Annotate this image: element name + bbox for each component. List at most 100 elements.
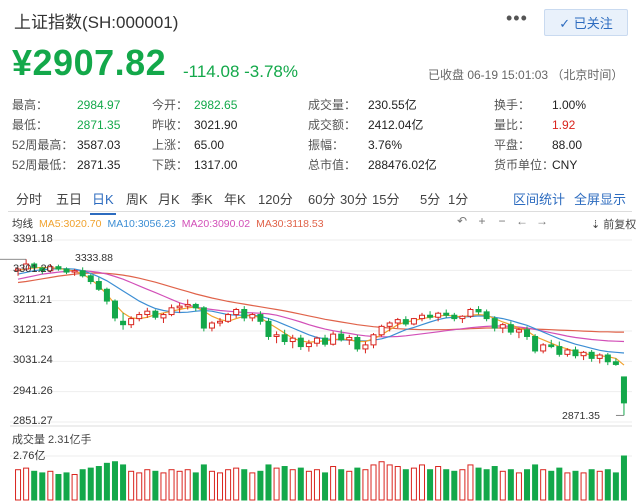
- volume-bar: [620, 455, 627, 501]
- stat-label: 上涨：: [152, 138, 189, 152]
- tab-period[interactable]: 分时: [16, 189, 42, 208]
- stat-label: 52周最低：: [12, 158, 74, 172]
- y-tick-label: 3391.18: [13, 233, 53, 245]
- zoom-in-icon[interactable]: +: [472, 214, 492, 228]
- stat-value: 2984.97: [77, 98, 121, 112]
- market-status: 已收盘 06-19 15:01:03 （北京时间）: [428, 68, 624, 82]
- candle-body: [540, 344, 547, 352]
- stat-value: 3587.03: [77, 138, 121, 152]
- candle-body: [79, 270, 86, 277]
- volume-bar: [572, 470, 579, 501]
- volume-bar: [475, 467, 482, 501]
- candle-body: [548, 344, 555, 348]
- volume-bar: [23, 467, 30, 501]
- tab-period[interactable]: 月K: [158, 189, 180, 208]
- volume-bar: [289, 469, 296, 501]
- candle-body: [71, 270, 78, 273]
- candle-body: [580, 351, 587, 357]
- volume-bar: [47, 470, 54, 501]
- tab-period[interactable]: 1分: [448, 189, 468, 208]
- volume-bar: [386, 464, 393, 501]
- range-stats-link[interactable]: 区间统计: [513, 189, 565, 208]
- volume-bar: [499, 470, 506, 501]
- tab-period[interactable]: 15分: [372, 189, 399, 208]
- candle-body: [257, 314, 264, 322]
- volume-bar: [313, 469, 320, 501]
- zoom-out-icon[interactable]: −: [492, 214, 512, 228]
- volume-bar: [111, 461, 118, 501]
- candle-body: [152, 310, 159, 318]
- tab-period[interactable]: 周K: [126, 189, 148, 208]
- stat-item: 平盘： 88.00: [494, 136, 582, 153]
- stat-item: 换手： 1.00%: [494, 96, 586, 113]
- candle-body: [572, 349, 579, 357]
- candlestick-chart[interactable]: [0, 228, 640, 502]
- stat-value: 2412.04亿: [368, 118, 424, 132]
- stat-label: 下跌：: [152, 158, 189, 172]
- volume-bar: [346, 470, 353, 501]
- volume-bar: [338, 469, 345, 501]
- volume-bar: [596, 470, 603, 501]
- tab-period[interactable]: 日K: [90, 189, 116, 215]
- candle-body: [313, 337, 320, 344]
- candle-body: [435, 312, 442, 318]
- tab-period[interactable]: 30分: [340, 189, 367, 208]
- candle-body: [103, 288, 110, 302]
- volume-bar: [540, 469, 547, 501]
- fullscreen-link[interactable]: 全屏显示: [574, 189, 626, 208]
- volume-bar: [55, 473, 62, 501]
- stat-item: 52周最高： 3587.03: [12, 136, 120, 153]
- stat-item: 今开： 2982.65: [152, 96, 237, 113]
- pan-right-icon[interactable]: →: [532, 214, 552, 228]
- undo-icon[interactable]: ↶: [452, 214, 472, 228]
- candle-body: [111, 300, 118, 319]
- candle-body: [556, 346, 563, 355]
- volume-bar: [467, 464, 474, 501]
- stat-label: 52周最高：: [12, 138, 74, 152]
- y-tick-label: 3121.23: [13, 323, 53, 336]
- candle-body: [491, 318, 498, 329]
- volume-bar: [200, 464, 207, 501]
- volume-bar: [257, 470, 264, 501]
- pan-left-icon[interactable]: ←: [512, 214, 532, 228]
- max-price-label: 3333.88: [75, 252, 113, 265]
- tab-period[interactable]: 120分: [258, 189, 293, 208]
- stat-label: 振幅：: [308, 138, 345, 152]
- volume-bar: [71, 473, 78, 501]
- volume-bar: [176, 470, 183, 501]
- candle-body: [273, 334, 280, 337]
- current-price: ¥2907.82: [12, 42, 167, 83]
- period-tabs: 分时 五日 日K 周K 月K 季K 年K 120分 60分 30分 15分 5分 1分 区间统计 全屏显示: [8, 183, 632, 215]
- candle-body: [532, 335, 539, 352]
- candle-body: [265, 320, 272, 337]
- more-options-button[interactable]: •••: [506, 8, 528, 29]
- tab-period[interactable]: 5分: [420, 189, 440, 208]
- stat-value: 2871.35: [77, 158, 121, 172]
- stat-label: 成交额：: [308, 118, 357, 132]
- volume-bar: [524, 469, 531, 501]
- follow-button[interactable]: ✓ 已关注: [544, 9, 628, 36]
- stat-value: 1317.00: [194, 158, 238, 172]
- volume-bar: [362, 469, 369, 501]
- volume-bar: [394, 466, 401, 501]
- candle-body: [451, 314, 458, 320]
- tab-period[interactable]: 60分: [308, 189, 335, 208]
- tab-period[interactable]: 季K: [191, 189, 213, 208]
- candle-body: [475, 309, 482, 313]
- candle-body: [249, 314, 256, 319]
- candle-body: [362, 344, 369, 350]
- stat-item: 下跌： 1317.00: [152, 156, 237, 173]
- stat-label: 量比：: [494, 118, 531, 132]
- candle-body: [620, 376, 627, 404]
- tab-period[interactable]: 年K: [224, 189, 246, 208]
- stat-item: 成交额： 2412.04亿: [308, 116, 423, 133]
- candle-body: [402, 319, 409, 325]
- volume-bar: [120, 464, 127, 501]
- volume-bar: [410, 467, 417, 501]
- tab-period[interactable]: 五日: [56, 189, 82, 208]
- volume-bar: [249, 472, 256, 501]
- volume-bar: [87, 467, 94, 501]
- stat-value: 65.00: [194, 138, 225, 152]
- candle-body: [200, 307, 207, 329]
- stat-value: 1.00%: [552, 98, 587, 112]
